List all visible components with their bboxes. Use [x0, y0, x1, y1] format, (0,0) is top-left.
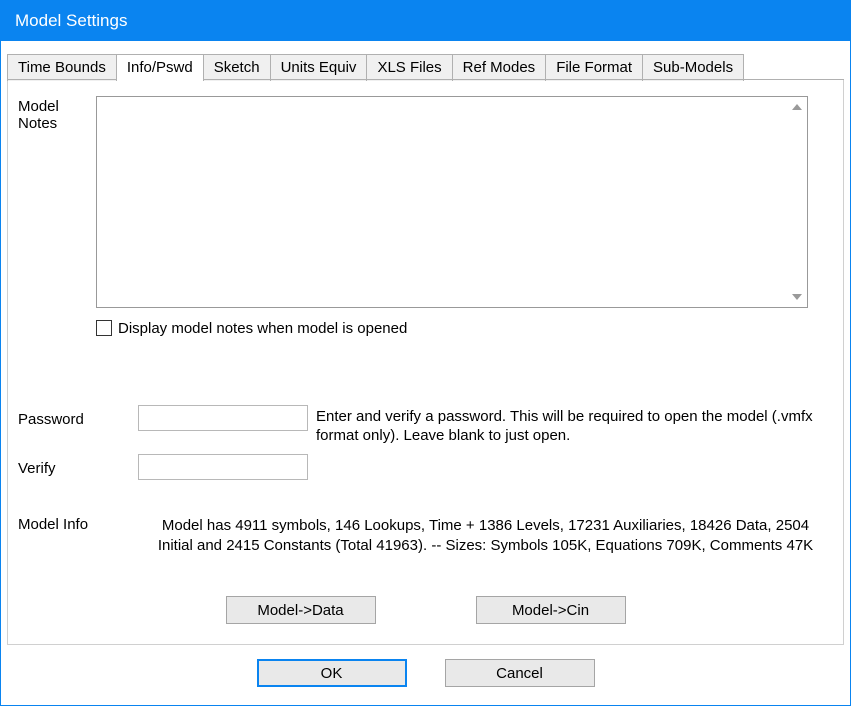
model-notes-wrap [96, 96, 833, 308]
cancel-button[interactable]: Cancel [445, 659, 595, 687]
spacer [18, 337, 833, 405]
tab-info-pswd[interactable]: Info/Pswd [116, 54, 204, 81]
tab-sketch[interactable]: Sketch [203, 54, 271, 81]
display-notes-checkbox-row: Display model notes when model is opened [96, 320, 833, 337]
titlebar: Model Settings [1, 1, 850, 41]
scroll-down-icon[interactable] [789, 289, 805, 305]
client-area: Time Bounds Info/Pswd Sketch Units Equiv… [1, 41, 850, 706]
password-row: Password Enter and verify a password. Th… [18, 405, 833, 446]
window-title: Model Settings [15, 11, 127, 31]
tab-ref-modes[interactable]: Ref Modes [452, 54, 547, 81]
model-notes-label-line2: Notes [18, 115, 57, 132]
model-to-cin-button[interactable]: Model->Cin [476, 596, 626, 624]
display-notes-checkbox[interactable] [96, 320, 112, 336]
tabpanel-info-pswd: Model Notes [7, 80, 844, 646]
password-field[interactable] [138, 405, 308, 431]
tab-units-equiv[interactable]: Units Equiv [270, 54, 368, 81]
verify-row: Verify [18, 454, 833, 480]
tabstrip: Time Bounds Info/Pswd Sketch Units Equiv… [7, 53, 844, 80]
model-settings-window: Model Settings Time Bounds Info/Pswd Ske… [0, 0, 851, 706]
dialog-buttons: OK Cancel [1, 645, 850, 705]
model-notes-textarea-shell [96, 96, 808, 308]
verify-label: Verify [18, 454, 138, 477]
tabs-wrap: Time Bounds Info/Pswd Sketch Units Equiv… [1, 41, 850, 80]
tab-file-format[interactable]: File Format [545, 54, 643, 81]
tab-sub-models[interactable]: Sub-Models [642, 54, 744, 81]
tab-time-bounds[interactable]: Time Bounds [7, 54, 117, 81]
model-notes-textarea[interactable] [97, 97, 789, 307]
model-notes-label-line1: Model [18, 98, 59, 115]
model-notes-row: Model Notes [18, 96, 833, 308]
display-notes-checkbox-label: Display model notes when model is opened [118, 320, 407, 337]
model-to-data-button[interactable]: Model->Data [226, 596, 376, 624]
password-section: Password Enter and verify a password. Th… [18, 405, 833, 488]
scroll-up-icon[interactable] [789, 99, 805, 115]
model-info-text: Model has 4911 symbols, 146 Lookups, Tim… [138, 516, 833, 557]
model-notes-label: Model Notes [18, 96, 96, 132]
model-transform-buttons: Model->Data Model->Cin [18, 596, 833, 624]
model-info-row: Model Info Model has 4911 symbols, 146 L… [18, 516, 833, 557]
model-info-label: Model Info [18, 516, 138, 533]
ok-button[interactable]: OK [257, 659, 407, 687]
password-label: Password [18, 405, 138, 428]
verify-field[interactable] [138, 454, 308, 480]
password-help-text: Enter and verify a password. This will b… [316, 405, 833, 446]
tab-xls-files[interactable]: XLS Files [366, 54, 452, 81]
